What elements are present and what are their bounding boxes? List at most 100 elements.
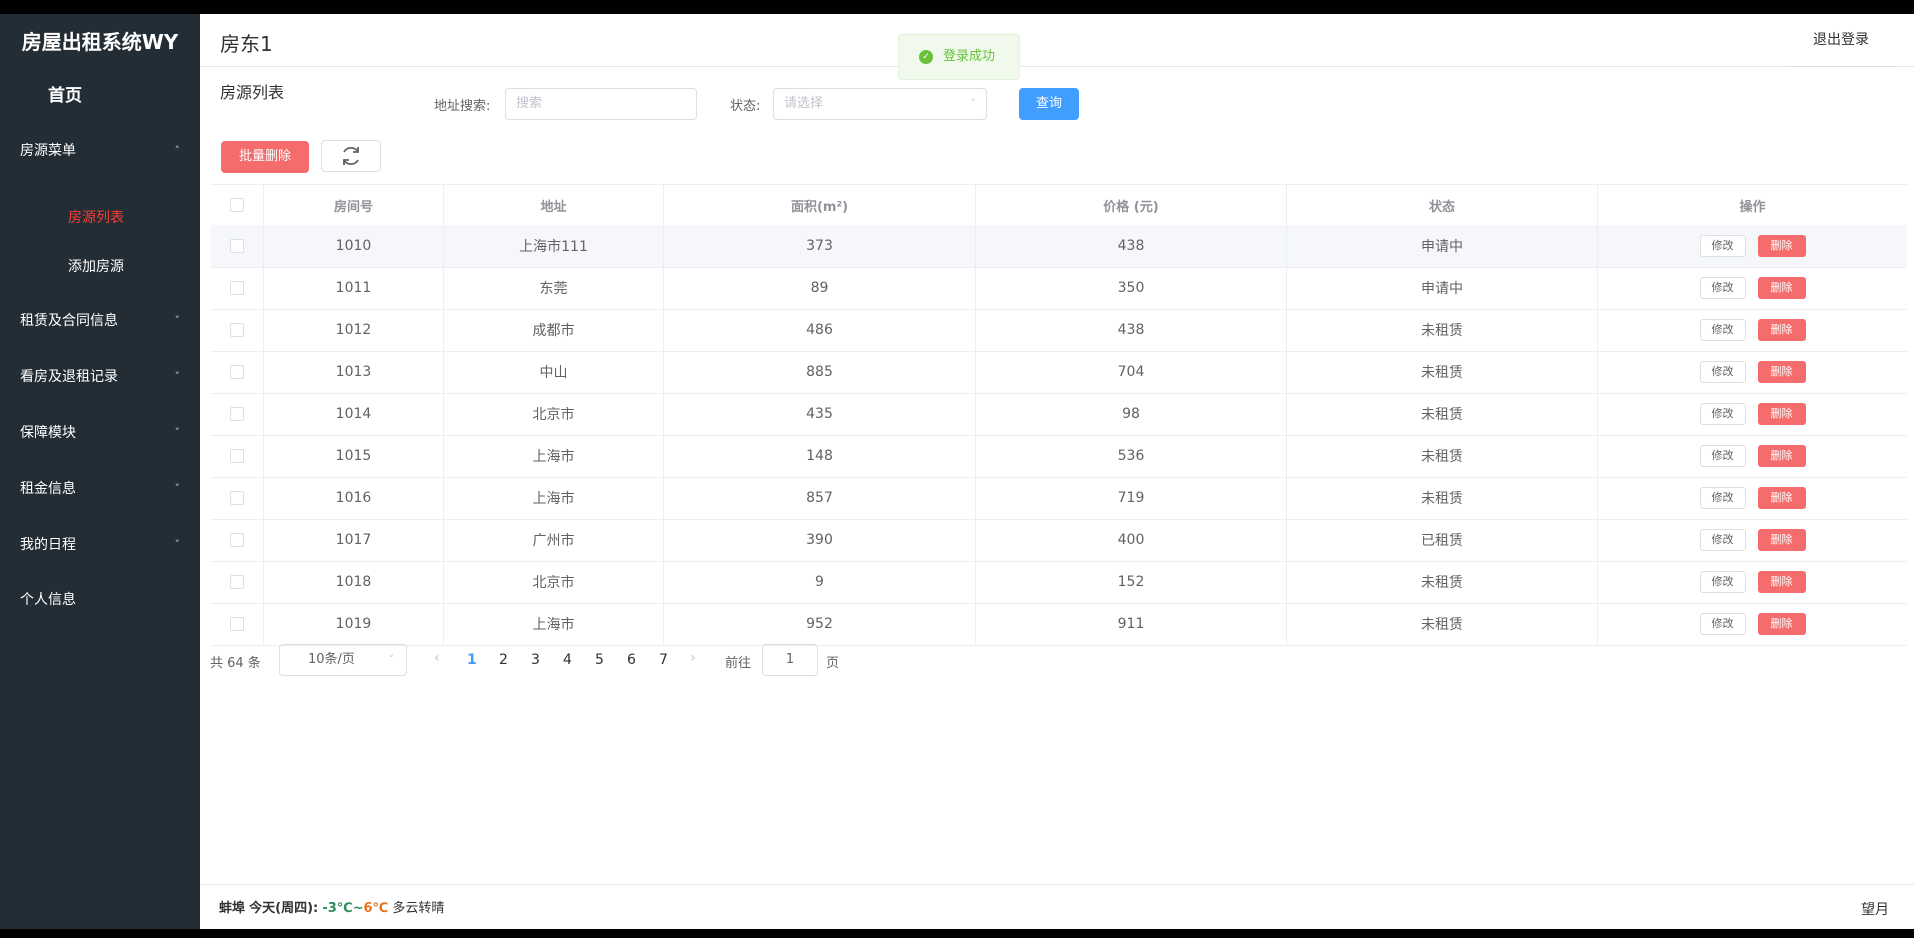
chevron-down-icon: ˅ — [174, 538, 181, 551]
table-row[interactable]: 1018 北京市 9 152 未租赁 修改 删除 — [211, 561, 1907, 604]
next-page-button[interactable]: › — [690, 650, 696, 666]
row-checkbox[interactable] — [230, 323, 244, 337]
current-user: 望月 — [1861, 902, 1889, 918]
row-actions: 修改 删除 — [1598, 309, 1907, 351]
delete-button[interactable]: 删除 — [1757, 571, 1806, 593]
row-checkbox[interactable] — [230, 407, 244, 421]
table-row[interactable]: 1012 成都市 486 438 未租赁 修改 删除 — [211, 309, 1907, 352]
row-actions: 修改 删除 — [1598, 393, 1907, 435]
delete-button[interactable]: 删除 — [1757, 361, 1806, 383]
table-row[interactable]: 1019 上海市 952 911 未租赁 修改 删除 — [211, 603, 1907, 646]
row-select-cell — [211, 351, 264, 393]
table-row[interactable]: 1016 上海市 857 719 未租赁 修改 删除 — [211, 477, 1907, 520]
edit-button[interactable]: 修改 — [1699, 235, 1746, 257]
edit-button[interactable]: 修改 — [1699, 571, 1746, 593]
cell-room: 1010 — [264, 225, 444, 267]
table-row[interactable]: 1017 广州市 390 400 已租赁 修改 删除 — [211, 519, 1907, 562]
delete-button[interactable]: 删除 — [1757, 277, 1806, 299]
column-header[interactable]: 地址 — [444, 185, 664, 225]
refresh-button[interactable] — [321, 140, 381, 172]
cell-room: 1019 — [264, 603, 444, 645]
column-header[interactable]: 状态 — [1287, 185, 1598, 225]
row-checkbox[interactable] — [230, 449, 244, 463]
sidebar-group-guarantee[interactable]: 保障模块 ˅ — [0, 413, 200, 453]
row-checkbox[interactable] — [230, 281, 244, 295]
page-number[interactable]: 5 — [595, 652, 604, 668]
edit-button[interactable]: 修改 — [1699, 277, 1746, 299]
page-number[interactable]: 6 — [627, 652, 636, 668]
row-checkbox[interactable] — [230, 575, 244, 589]
edit-button[interactable]: 修改 — [1699, 613, 1746, 635]
sidebar-item-personal-info[interactable]: 个人信息 — [0, 580, 200, 620]
cell-address: 北京市 — [444, 561, 664, 603]
column-header[interactable]: 房间号 — [264, 185, 444, 225]
sidebar-group-listings[interactable]: 房源菜单 ˄ — [0, 131, 200, 171]
column-header[interactable]: 面积(m²) — [664, 185, 976, 225]
row-actions: 修改 删除 — [1598, 603, 1907, 645]
row-checkbox[interactable] — [230, 365, 244, 379]
delete-button[interactable]: 删除 — [1757, 445, 1806, 467]
edit-button[interactable]: 修改 — [1699, 319, 1746, 341]
sidebar-group-rent-info[interactable]: 租金信息 ˅ — [0, 469, 200, 509]
page-size-select[interactable]: 10条/页 ˅ — [279, 644, 407, 676]
sidebar-group-viewing-records[interactable]: 看房及退租记录 ˅ — [0, 357, 200, 397]
row-checkbox[interactable] — [230, 239, 244, 253]
logout-button[interactable]: 退出登录 — [1786, 14, 1896, 67]
edit-button[interactable]: 修改 — [1699, 487, 1746, 509]
edit-button[interactable]: 修改 — [1699, 445, 1746, 467]
cell-area: 435 — [664, 393, 976, 435]
delete-button[interactable]: 删除 — [1757, 487, 1806, 509]
cell-address: 上海市111 — [444, 225, 664, 267]
page-number[interactable]: 7 — [659, 652, 668, 668]
status-select[interactable]: 请选择 ˅ — [773, 88, 987, 120]
success-toast: ✓ 登录成功 — [898, 34, 1020, 80]
delete-button[interactable]: 删除 — [1757, 403, 1806, 425]
cell-price: 152 — [976, 561, 1287, 603]
row-checkbox[interactable] — [230, 491, 244, 505]
cell-status: 未租赁 — [1287, 351, 1598, 393]
sidebar-item-add-listing[interactable]: 添加房源 — [0, 247, 200, 287]
edit-button[interactable]: 修改 — [1699, 529, 1746, 551]
cell-price: 911 — [976, 603, 1287, 645]
goto-suffix: 页 — [826, 656, 840, 671]
footer-bar: 蚌埠 今天(周四): -3℃~6℃ 多云转晴 望月 — [200, 884, 1914, 930]
table-row[interactable]: 1014 北京市 435 98 未租赁 修改 删除 — [211, 393, 1907, 436]
cell-address: 上海市 — [444, 603, 664, 645]
cell-area: 148 — [664, 435, 976, 477]
address-search-placeholder: 搜索 — [516, 96, 543, 111]
table-row[interactable]: 1011 东莞 89 350 申请中 修改 删除 — [211, 267, 1907, 310]
row-select-cell — [211, 519, 264, 561]
delete-button[interactable]: 删除 — [1757, 529, 1806, 551]
select-all-checkbox[interactable] — [230, 198, 244, 212]
query-button[interactable]: 查询 — [1019, 88, 1079, 120]
page-number[interactable]: 2 — [499, 652, 508, 668]
edit-button[interactable]: 修改 — [1699, 403, 1746, 425]
table-row[interactable]: 1010 上海市111 373 438 申请中 修改 删除 — [211, 225, 1907, 268]
row-checkbox[interactable] — [230, 617, 244, 631]
delete-button[interactable]: 删除 — [1757, 319, 1806, 341]
sidebar-item-label: 添加房源 — [68, 259, 124, 275]
row-checkbox[interactable] — [230, 533, 244, 547]
row-select-cell — [211, 561, 264, 603]
chevron-down-icon: ˅ — [174, 426, 181, 439]
page-number[interactable]: 3 — [531, 652, 540, 668]
page-number[interactable]: 4 — [563, 652, 572, 668]
cell-address: 上海市 — [444, 435, 664, 477]
delete-button[interactable]: 删除 — [1757, 235, 1806, 257]
delete-button[interactable]: 删除 — [1757, 613, 1806, 635]
sidebar-item-home[interactable]: 首页 — [0, 76, 200, 116]
edit-button[interactable]: 修改 — [1699, 361, 1746, 383]
address-search-input[interactable]: 搜索 — [505, 88, 697, 120]
cell-room: 1016 — [264, 477, 444, 519]
prev-page-button[interactable]: ‹ — [434, 650, 440, 666]
cell-address: 成都市 — [444, 309, 664, 351]
table-row[interactable]: 1015 上海市 148 536 未租赁 修改 删除 — [211, 435, 1907, 478]
column-header[interactable]: 价格 (元) — [976, 185, 1287, 225]
goto-page-input[interactable]: 1 — [762, 644, 818, 676]
page-number[interactable]: 1 — [467, 652, 477, 668]
table-row[interactable]: 1013 中山 885 704 未租赁 修改 删除 — [211, 351, 1907, 394]
sidebar-group-schedule[interactable]: 我的日程 ˅ — [0, 525, 200, 565]
sidebar-group-lease-contract[interactable]: 租赁及合同信息 ˅ — [0, 301, 200, 341]
batch-delete-button[interactable]: 批量删除 — [221, 141, 309, 173]
sidebar-item-listing-list[interactable]: 房源列表 — [0, 198, 200, 238]
